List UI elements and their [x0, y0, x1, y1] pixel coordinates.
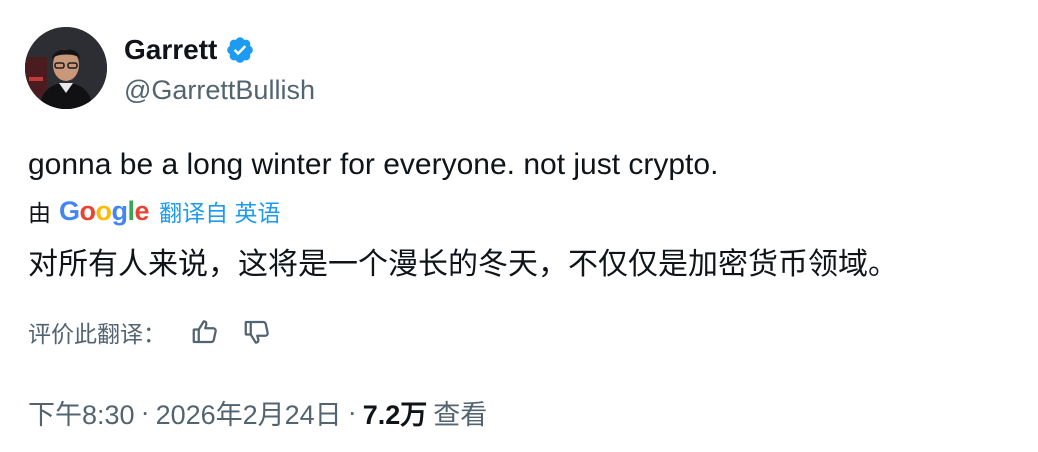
thumbs-down-icon [244, 320, 269, 344]
verified-badge-icon[interactable] [225, 35, 255, 65]
tweet-meta: 下午8:30 · 2026年2月24日 · 7.2万 查看 [28, 392, 487, 432]
google-logo-letter: o [79, 195, 97, 226]
tweet-time[interactable]: 下午8:30 [28, 393, 135, 432]
google-logo-letter: e [134, 195, 150, 226]
thumbs-up-icon [192, 320, 217, 344]
translated-by-label: 由 [28, 200, 51, 226]
tweet-date[interactable]: 2026年2月24日 [156, 393, 342, 432]
views-count[interactable]: 7.2万 [363, 393, 428, 432]
thumbs-down-button[interactable] [242, 317, 272, 347]
meta-separator: · [140, 396, 150, 427]
google-logo-letter: G [59, 195, 80, 226]
rate-translation-label: 评价此翻译： [28, 321, 166, 347]
translation-attribution: 由 Google 翻译自 英语 [28, 194, 280, 228]
views-label[interactable]: 查看 [433, 393, 487, 432]
google-logo-letter: l [127, 195, 136, 226]
avatar[interactable] [25, 27, 107, 109]
rate-translation-row: 评价此翻译： [28, 314, 294, 350]
author-name[interactable]: Garrett [124, 32, 217, 68]
translated-from-link[interactable]: 翻译自 英语 [159, 194, 280, 228]
translated-text: 对所有人来说，这将是一个漫长的冬天，不仅仅是加密货币领域。 [28, 248, 898, 281]
thumbs-up-button[interactable] [190, 317, 220, 347]
tweet-text: gonna be a long winter for everyone. not… [28, 148, 719, 181]
author-handle[interactable]: @GarrettBullish [124, 72, 315, 108]
author-name-row: Garrett [124, 32, 255, 68]
google-logo-letter: o [95, 195, 113, 226]
meta-separator: · [347, 396, 357, 427]
google-logo: Google [59, 195, 150, 227]
google-logo-letter: g [111, 195, 129, 226]
